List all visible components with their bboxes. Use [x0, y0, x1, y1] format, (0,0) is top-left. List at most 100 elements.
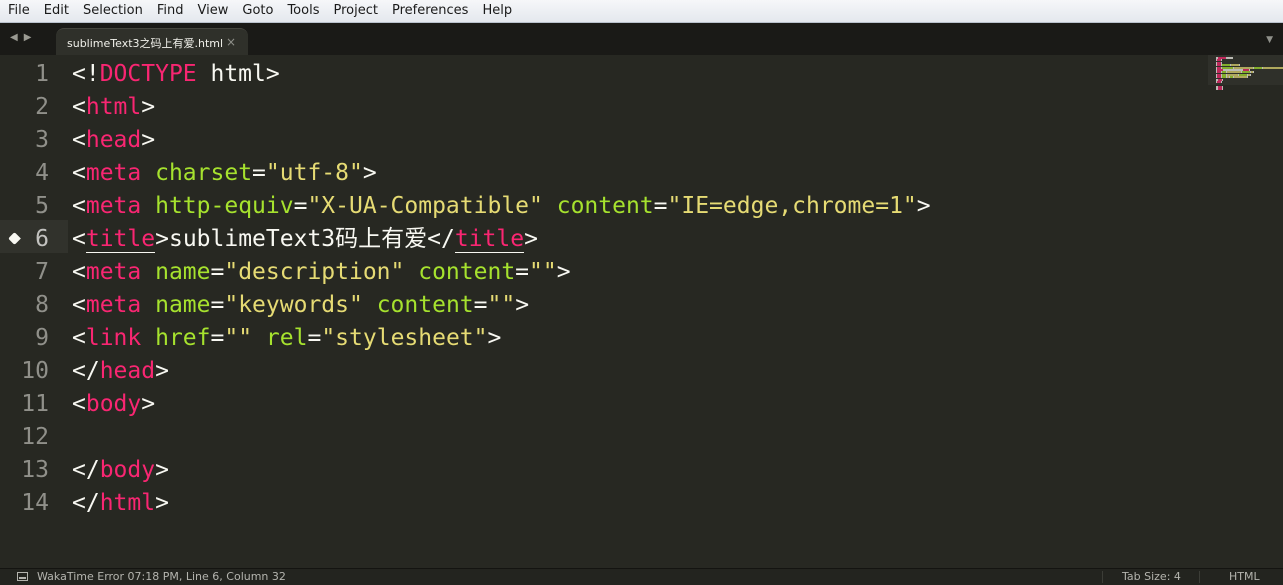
code-tag-name: html	[85, 94, 142, 120]
line-code: <meta charset="utf-8">	[72, 157, 377, 190]
tab-active-file[interactable]: sublimeText3之码上有爱.html ×	[56, 28, 248, 56]
code-punctuation: </	[72, 457, 100, 483]
line-code: <body>	[72, 388, 155, 421]
code-tag-name: body	[85, 391, 142, 417]
code-punctuation: <	[72, 259, 86, 285]
menu-preferences[interactable]: Preferences	[385, 0, 475, 22]
line-code: <meta http-equiv="X-UA-Compatible" conte…	[72, 190, 931, 223]
code-punctuation	[141, 325, 155, 351]
code-line[interactable]: 8 <meta name="keywords" content="">	[0, 289, 1200, 322]
line-number: 4	[35, 160, 49, 186]
code-attribute: rel	[265, 325, 308, 351]
code-punctuation: <	[72, 160, 86, 186]
menu-view[interactable]: View	[191, 0, 236, 22]
menu-selection[interactable]: Selection	[76, 0, 150, 22]
panel-toggle-icon[interactable]	[17, 572, 28, 581]
line-code: </head>	[72, 355, 169, 388]
line-number: 9	[35, 325, 49, 351]
code-editor[interactable]: 1 <!DOCTYPE html> 2 <html> 3 <head> 4 <meta cha…	[0, 55, 1283, 568]
code-line[interactable]: 10 </head>	[0, 355, 1200, 388]
code-line[interactable]: 7 <meta name="description" content="">	[0, 256, 1200, 289]
minimap[interactable]	[1208, 55, 1283, 568]
code-line[interactable]: 5 <meta http-equiv="X-UA-Compatible" cont…	[0, 190, 1200, 223]
code-line[interactable]: 9 <link href="" rel="stylesheet">	[0, 322, 1200, 355]
code-tag-name: meta	[85, 259, 142, 285]
code-attribute: content	[376, 292, 474, 318]
tab-close-icon[interactable]: ×	[226, 35, 236, 49]
code-punctuation	[141, 160, 155, 186]
tab-bar: ◀ ▶ sublimeText3之码上有爱.html × ▼	[0, 23, 1283, 56]
code-text: 码上有爱	[335, 226, 428, 252]
code-punctuation: <	[72, 193, 86, 219]
code-tag-name: head	[99, 358, 156, 384]
line-code: <title>sublimeText3码上有爱</title>	[72, 223, 538, 256]
tab-scroll-left-icon[interactable]: ◀	[10, 32, 18, 43]
code-punctuation: <	[72, 94, 86, 120]
tab-scroll-right-icon[interactable]: ▶	[24, 32, 32, 43]
code-punctuation: </	[72, 490, 100, 516]
status-message: WakaTime Error 07:18 PM, Line 6, Column …	[37, 570, 286, 583]
code-line[interactable]: 6 <title>sublimeText3码上有爱</title>	[0, 223, 1200, 256]
menu-tools[interactable]: Tools	[280, 0, 326, 22]
line-number: 1	[35, 61, 49, 87]
minimap-stroke	[1253, 71, 1254, 74]
code-string: ""	[487, 292, 516, 318]
tab-menu-icon[interactable]: ▼	[1266, 35, 1273, 45]
code-line[interactable]: 4 <meta charset="utf-8">	[0, 157, 1200, 190]
menu-goto[interactable]: Goto	[235, 0, 280, 22]
menu-help[interactable]: Help	[475, 0, 519, 22]
syntax-selector[interactable]: HTML	[1229, 569, 1260, 585]
tab-nav-arrows: ◀ ▶	[10, 32, 31, 43]
code-punctuation	[141, 259, 155, 285]
minimap-stroke	[1226, 57, 1233, 59]
code-punctuation	[141, 292, 155, 318]
code-punctuation: =	[210, 325, 225, 351]
code-tag-name: meta	[85, 292, 142, 318]
code-string: "utf-8"	[265, 160, 363, 186]
code-punctuation: >	[556, 259, 571, 285]
code-line[interactable]: 13 </body>	[0, 454, 1200, 487]
code-tag-name-matched: title	[85, 226, 156, 253]
code-punctuation: >	[155, 358, 169, 384]
code-line[interactable]: 2 <html>	[0, 91, 1200, 124]
menu-file[interactable]: File	[0, 0, 37, 22]
minimap-stroke	[1254, 66, 1262, 69]
code-line[interactable]: 12	[0, 421, 1200, 454]
code-attribute: content	[418, 259, 516, 285]
line-number: 3	[35, 127, 49, 153]
code-punctuation: >	[141, 391, 156, 417]
code-string: "X-UA-Compatible"	[307, 193, 543, 219]
line-number: 5	[35, 193, 49, 219]
code-punctuation: >	[916, 193, 931, 219]
menu-bar: File Edit Selection Find View Goto Tools Projec…	[0, 0, 1283, 23]
code-line[interactable]: 11 <body>	[0, 388, 1200, 421]
line-code: <meta name="keywords" content="">	[72, 289, 529, 322]
code-punctuation: >	[515, 292, 530, 318]
code-string: ""	[224, 325, 253, 351]
status-separator	[1199, 571, 1200, 583]
line-number: 14	[21, 490, 49, 516]
line-number: 7	[35, 259, 49, 285]
code-line[interactable]: 14 </html>	[0, 487, 1200, 520]
code-punctuation: <	[72, 226, 86, 252]
code-attribute: http-equiv	[155, 193, 294, 219]
code-punctuation: >	[487, 325, 502, 351]
code-punctuation: </	[427, 226, 455, 252]
code-punctuation: <	[72, 127, 86, 153]
line-number: 8	[35, 292, 49, 318]
code-punctuation: =	[515, 259, 530, 285]
code-tag-name: DOCTYPE	[99, 61, 197, 87]
code-line[interactable]: 3 <head>	[0, 124, 1200, 157]
tab-size-indicator[interactable]: Tab Size: 4	[1122, 569, 1181, 585]
line-number: 11	[21, 391, 49, 417]
code-punctuation	[252, 325, 266, 351]
menu-find[interactable]: Find	[150, 0, 191, 22]
line-number: 12	[21, 424, 49, 450]
code-line[interactable]: 1 <!DOCTYPE html>	[0, 58, 1200, 91]
minimap-stroke	[1250, 73, 1251, 76]
code-punctuation: <	[72, 325, 86, 351]
code-punctuation	[141, 193, 155, 219]
code-attribute: content	[556, 193, 654, 219]
menu-project[interactable]: Project	[326, 0, 384, 22]
menu-edit[interactable]: Edit	[37, 0, 76, 22]
